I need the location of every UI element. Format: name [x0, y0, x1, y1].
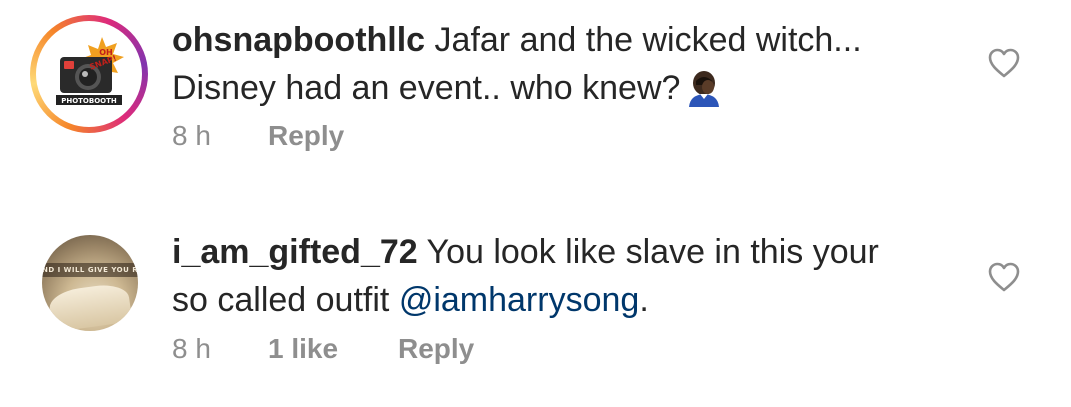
likes-count[interactable]: 1 like [268, 333, 338, 365]
comment-body-line1: Jafar and the wicked witch... [434, 21, 862, 59]
comment-username[interactable]: ohsnapboothllc [172, 21, 425, 59]
comment-body-end: . [639, 281, 649, 319]
comment-item: ND I WILL GIVE YOU RE i_am_gifted_72 You… [0, 205, 1071, 407]
comment-body-line2: so called outfit [172, 281, 390, 319]
photobooth-logo-icon: PHOTOBOOTH OH SNAP! [42, 27, 136, 121]
avatar-book-image [47, 281, 133, 331]
comment-text: ohsnapboothllc Jafar and the wicked witc… [172, 16, 942, 112]
face-palm-emoji-icon [689, 71, 720, 107]
avatar[interactable]: PHOTOBOOTH OH SNAP! [42, 27, 136, 121]
heart-outline-icon[interactable] [988, 262, 1020, 292]
comment-body-line2: Disney had an event.. who knew? [172, 69, 681, 107]
mention-link[interactable]: @iamharrysong [399, 281, 640, 319]
comment-time: 8 h [172, 120, 211, 151]
avatar-wrap[interactable]: ND I WILL GIVE YOU RE [42, 235, 138, 331]
avatar[interactable]: ND I WILL GIVE YOU RE [42, 235, 138, 331]
comment-time: 8 h [172, 333, 211, 364]
comment-body-line1: You look like slave in this your [426, 233, 879, 271]
heart-outline-icon[interactable] [988, 48, 1020, 78]
comment-text: i_am_gifted_72 You look like slave in th… [172, 228, 942, 324]
comment-username[interactable]: i_am_gifted_72 [172, 233, 418, 271]
avatar-story-ring[interactable]: PHOTOBOOTH OH SNAP! [30, 15, 148, 133]
comment-item: PHOTOBOOTH OH SNAP! ohsnapboothllc Jafar… [0, 0, 1071, 200]
reply-button[interactable]: Reply [268, 120, 344, 152]
avatar-banner-text: ND I WILL GIVE YOU RE [42, 263, 138, 277]
logo-text-bottom: PHOTOBOOTH [61, 97, 117, 105]
reply-button[interactable]: Reply [398, 333, 474, 365]
